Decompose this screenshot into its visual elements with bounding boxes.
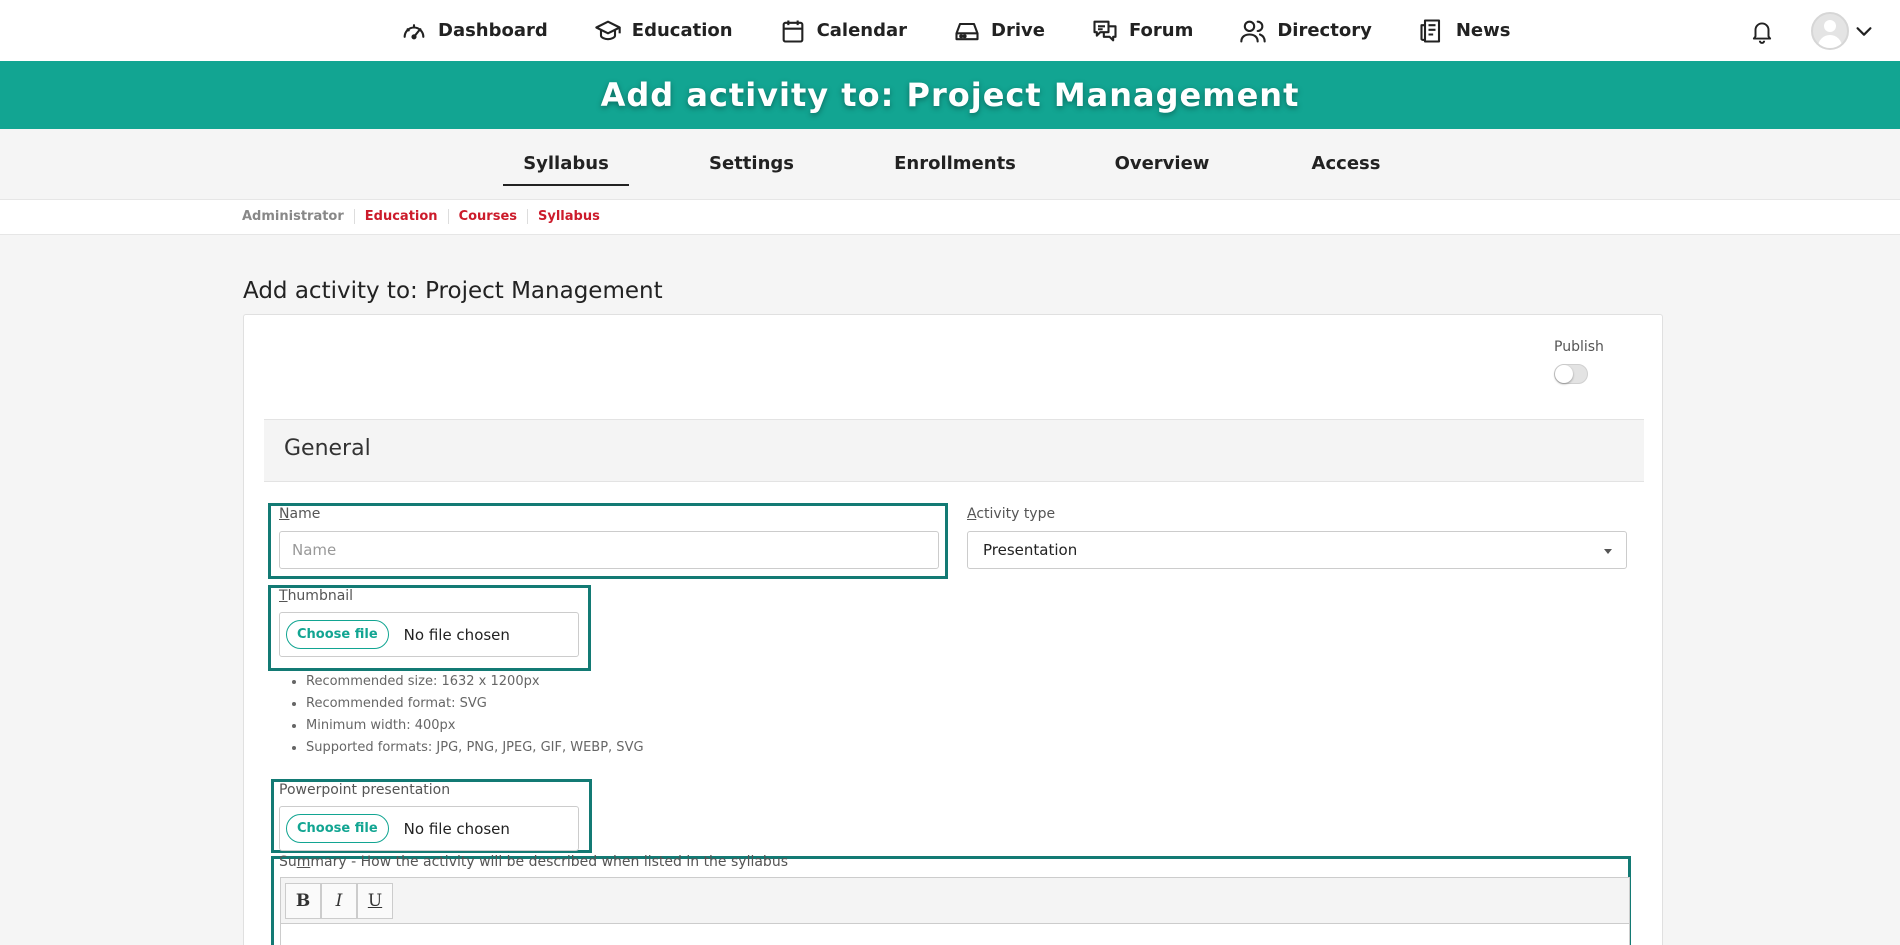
nav-directory-label: Directory <box>1277 20 1372 41</box>
breadcrumb-syllabus[interactable]: Syllabus <box>527 209 610 224</box>
nav-forum-label: Forum <box>1128 20 1194 41</box>
nav-forum[interactable]: Forum <box>1091 0 1193 61</box>
nav-dashboard[interactable]: Dashboard <box>400 0 548 61</box>
speedometer-icon <box>403 23 425 39</box>
name-label: Name <box>279 506 321 522</box>
nav-right <box>1749 0 1875 61</box>
activity-type-value: Presentation <box>983 541 1078 559</box>
course-tabs: Syllabus Settings Enrollments Overview A… <box>0 129 1900 199</box>
italic-button[interactable]: I <box>321 882 357 919</box>
bold-button[interactable]: B <box>285 882 321 919</box>
breadcrumb-education[interactable]: Education <box>353 209 448 224</box>
powerpoint-label: Powerpoint presentation <box>279 782 451 798</box>
hint-item: Supported formats: JPG, PNG, JPEG, GIF, … <box>306 737 644 759</box>
drive-icon <box>955 22 979 40</box>
nav-education[interactable]: Education <box>594 0 733 61</box>
editor-toolbar: B I U <box>281 878 1629 924</box>
nav-news-label: News <box>1455 20 1511 41</box>
section-general: General <box>264 419 1644 482</box>
top-navigation: Dashboard Education Calendar Drive Forum <box>0 0 1900 61</box>
activity-type-label: Activity type <box>967 506 1056 522</box>
nav-education-label: Education <box>631 20 733 41</box>
tab-overview[interactable]: Overview <box>1110 153 1214 174</box>
activity-type-select[interactable]: Presentation <box>967 531 1627 569</box>
bell-icon[interactable] <box>1749 18 1775 44</box>
breadcrumb: Administrator Education Courses Syllabus <box>242 209 610 224</box>
summary-label: Summary - How the activity will be descr… <box>279 854 788 870</box>
nav-directory[interactable]: Directory <box>1239 0 1372 61</box>
chevron-down-icon <box>1856 26 1872 36</box>
thumbnail-hints: Recommended size: 1632 x 1200px Recommen… <box>306 671 644 759</box>
nav-drive[interactable]: Drive <box>953 0 1045 61</box>
summary-editor[interactable]: B I U <box>280 877 1630 945</box>
banner-title: Add activity to: Project Management <box>600 76 1300 114</box>
breadcrumb-courses[interactable]: Courses <box>447 209 527 224</box>
users-icon <box>1240 20 1267 43</box>
thumbnail-choose-file-button[interactable]: Choose file <box>286 620 389 649</box>
underline-button[interactable]: U <box>357 882 393 919</box>
hint-item: Minimum width: 400px <box>306 715 644 737</box>
section-title: General <box>284 436 371 461</box>
main-menu: Dashboard Education Calendar Drive Forum <box>400 0 1556 61</box>
newspaper-icon <box>1420 18 1440 43</box>
user-menu[interactable] <box>1811 11 1875 50</box>
powerpoint-file-input: Choose file No file chosen <box>279 806 579 851</box>
powerpoint-choose-file-button[interactable]: Choose file <box>286 814 389 843</box>
nav-news[interactable]: News <box>1418 0 1511 61</box>
nav-calendar[interactable]: Calendar <box>779 0 907 61</box>
tab-access[interactable]: Access <box>1305 153 1387 174</box>
nav-drive-label: Drive <box>991 20 1045 41</box>
tab-enrollments[interactable]: Enrollments <box>890 153 1020 174</box>
tab-syllabus[interactable]: Syllabus <box>503 153 629 186</box>
user-avatar-icon <box>1811 11 1849 50</box>
publish-label: Publish <box>1554 339 1604 355</box>
page-banner: Add activity to: Project Management <box>0 61 1900 129</box>
breadcrumb-bar: Administrator Education Courses Syllabus <box>0 199 1900 235</box>
page-title: Add activity to: Project Management <box>243 278 663 304</box>
activity-form-card: Publish General Name Activity type Prese… <box>243 314 1663 945</box>
name-input[interactable] <box>279 531 939 569</box>
thumbnail-file-input: Choose file No file chosen <box>279 612 579 657</box>
caret-down-icon <box>1604 549 1612 554</box>
graduation-cap-icon <box>595 20 621 40</box>
thumbnail-file-status: No file chosen <box>403 625 510 644</box>
calendar-icon <box>782 20 803 43</box>
nav-dashboard-label: Dashboard <box>438 20 548 41</box>
chat-bubbles-icon <box>1093 20 1117 41</box>
thumbnail-label: Thumbnail <box>279 588 354 604</box>
nav-calendar-label: Calendar <box>816 20 908 41</box>
publish-toggle[interactable] <box>1554 364 1588 384</box>
hint-item: Recommended format: SVG <box>306 693 644 715</box>
hint-item: Recommended size: 1632 x 1200px <box>306 671 644 693</box>
powerpoint-file-status: No file chosen <box>403 819 510 838</box>
breadcrumb-administrator: Administrator <box>242 209 344 224</box>
tab-settings[interactable]: Settings <box>700 153 803 174</box>
